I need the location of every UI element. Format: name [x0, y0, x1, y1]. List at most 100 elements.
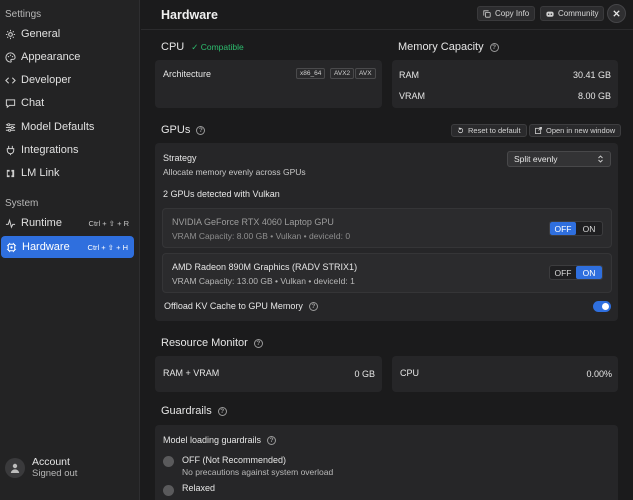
gpu-on-option[interactable]: ON	[576, 222, 602, 235]
pulse-icon	[5, 218, 16, 229]
copy-info-button[interactable]: Copy Info	[477, 6, 536, 21]
offload-kv-label: Offload KV Cache to GPU Memory	[164, 301, 303, 311]
palette-icon	[5, 51, 16, 63]
close-button[interactable]	[607, 4, 626, 23]
gpu-off-option[interactable]: OFF	[550, 266, 576, 279]
sidebar-item-developer[interactable]: Developer	[0, 69, 135, 91]
offload-kv-toggle[interactable]	[593, 301, 611, 312]
gpu-details: VRAM Capacity: 8.00 GB • Vulkan • device…	[172, 231, 351, 241]
sidebar-item-lm-link[interactable]: LM Link	[0, 162, 135, 184]
guardrail-option-label: Relaxed	[182, 483, 216, 493]
help-icon[interactable]: ?	[308, 301, 318, 311]
arch-chip: AVX2	[330, 68, 355, 79]
account-name: Account	[32, 456, 70, 468]
reset-default-button[interactable]: Reset to default	[451, 124, 527, 137]
guardrail-relaxed-radio[interactable]	[163, 485, 174, 496]
plug-icon	[5, 145, 16, 156]
architecture-label: Architecture	[163, 69, 212, 79]
copy-info-label: Copy Info	[495, 9, 530, 18]
gpu-device-card: AMD Radeon 890M Graphics (RADV STRIX1) V…	[162, 253, 612, 293]
help-icon[interactable]: ?	[489, 42, 499, 52]
community-button[interactable]: Community	[540, 6, 605, 21]
community-label: Community	[558, 9, 599, 18]
link-icon	[5, 168, 16, 179]
page-title: Hardware	[161, 8, 218, 22]
main-panel: Hardware Copy Info Community CPU ✓ Compa…	[141, 0, 633, 500]
gpu-toggle[interactable]: OFF ON	[549, 221, 603, 236]
memory-card: RAM 30.41 GB VRAM 8.00 GB	[392, 60, 618, 108]
gpu-name: NVIDIA GeForce RTX 4060 Laptop GPU	[172, 217, 334, 227]
guardrail-off-radio[interactable]	[163, 456, 174, 467]
user-icon	[10, 463, 20, 473]
model-loading-label: Model loading guardrails	[163, 435, 262, 445]
copy-icon	[483, 9, 491, 18]
sidebar-item-runtime[interactable]: Runtime Ctrl + ⇧ + R	[0, 212, 135, 234]
help-icon[interactable]: ?	[217, 406, 227, 416]
strategy-description: Allocate memory evenly across GPUs	[163, 167, 306, 177]
open-new-window-button[interactable]: Open in new window	[529, 124, 622, 137]
sidebar-item-label: LM Link	[21, 167, 60, 179]
arch-chip: AVX	[355, 68, 376, 79]
gpu-details: VRAM Capacity: 13.00 GB • Vulkan • devic…	[172, 276, 355, 286]
resource-monitor-title: Resource Monitor ?	[161, 337, 263, 349]
ram-vram-card: RAM + VRAM 0 GB	[155, 356, 382, 392]
account-button[interactable]: Account Signed out	[5, 456, 77, 479]
chip-icon	[6, 242, 17, 253]
strategy-label: Strategy	[163, 153, 197, 163]
help-icon[interactable]: ?	[253, 338, 263, 348]
ram-vram-label: RAM + VRAM	[163, 368, 220, 378]
gpus-title: GPUs	[161, 124, 191, 136]
model-loading-row: Model loading guardrails ?	[163, 435, 277, 445]
system-heading: System	[5, 198, 39, 209]
chevron-up-down-icon	[598, 155, 603, 163]
memory-title: Memory Capacity	[398, 41, 484, 53]
sidebar-item-label: Developer	[21, 74, 72, 86]
ram-vram-value: 0 GB	[354, 369, 375, 379]
help-icon[interactable]: ?	[267, 435, 277, 445]
shortcut-hint: Ctrl + ⇧ + H	[87, 242, 128, 252]
vram-value: 8.00 GB	[577, 91, 611, 101]
sidebar-item-model-defaults[interactable]: Model Defaults	[0, 116, 135, 138]
reset-icon	[457, 127, 464, 134]
code-icon	[5, 75, 16, 86]
sidebar-item-label: Integrations	[21, 144, 79, 156]
help-icon[interactable]: ?	[196, 125, 206, 135]
memory-section-title: Memory Capacity ?	[398, 41, 499, 53]
sidebar-item-appearance[interactable]: Appearance	[0, 46, 135, 68]
gear-icon	[5, 29, 16, 40]
arch-chip: x86_64	[296, 68, 326, 79]
sidebar-item-chat[interactable]: Chat	[0, 92, 135, 114]
open-window-label: Open in new window	[546, 126, 616, 135]
guardrail-option-desc: No precautions against system overload	[182, 467, 334, 477]
gpu-off-option[interactable]: OFF	[550, 222, 576, 235]
gpus-detected-label: 2 GPUs detected with Vulkan	[163, 189, 280, 199]
sidebar-item-general[interactable]: General	[0, 23, 135, 45]
header-divider	[141, 29, 633, 30]
compatible-badge: ✓ Compatible	[191, 41, 244, 52]
gpu-on-option[interactable]: ON	[576, 266, 602, 279]
sliders-icon	[5, 122, 16, 133]
strategy-value: Split evenly	[514, 154, 558, 164]
cpu-usage-card: CPU 0.00%	[392, 356, 618, 392]
gpus-section-title: GPUs ?	[161, 124, 206, 136]
sidebar-item-integrations[interactable]: Integrations	[0, 139, 135, 161]
sidebar-item-hardware[interactable]: Hardware Ctrl + ⇧ + H	[1, 236, 134, 258]
sidebar: Settings General Appearance Developer Ch…	[0, 0, 140, 500]
discord-icon	[546, 11, 554, 17]
sidebar-item-label: Model Defaults	[21, 121, 95, 133]
chat-icon	[5, 98, 16, 109]
gpu-toggle[interactable]: OFF ON	[549, 265, 603, 280]
offload-kv-row: Offload KV Cache to GPU Memory ?	[164, 301, 318, 311]
avatar	[5, 457, 25, 478]
strategy-select[interactable]: Split evenly	[507, 151, 611, 167]
guardrails-label: Guardrails	[161, 405, 212, 417]
close-icon	[613, 10, 620, 17]
sidebar-item-label: Hardware	[22, 241, 70, 253]
resource-monitor-label: Resource Monitor	[161, 337, 248, 349]
cpu-usage-value: 0.00%	[586, 369, 612, 379]
external-window-icon	[535, 127, 542, 134]
guardrail-option-label: OFF (Not Recommended)	[182, 455, 287, 465]
sidebar-item-label: Chat	[21, 97, 45, 109]
cpu-title: CPU	[161, 41, 185, 53]
reset-label: Reset to default	[468, 126, 521, 135]
